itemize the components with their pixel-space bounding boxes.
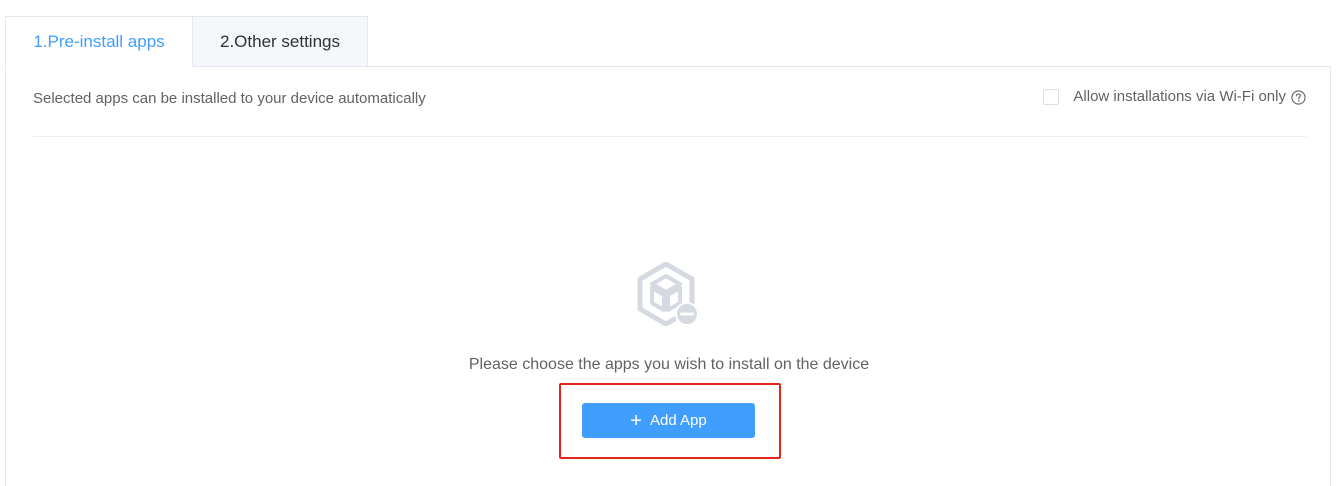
add-app-button-label: Add App <box>649 412 707 429</box>
tab-pre-install-apps-label: 1.Pre-install apps <box>33 31 165 51</box>
empty-state-message: Please choose the apps you wish to insta… <box>468 356 870 373</box>
plus-icon: + <box>630 409 642 432</box>
panel-description: Selected apps can be installed to your d… <box>33 90 426 107</box>
wifi-only-checkbox[interactable] <box>1043 89 1060 105</box>
wifi-only-option: Allow installations via Wi-Fi only <box>1043 87 1306 107</box>
header-divider <box>33 136 1306 137</box>
question-circle-icon[interactable] <box>1291 89 1306 105</box>
package-remove-icon <box>637 262 699 327</box>
wifi-only-label[interactable]: Allow installations via Wi-Fi only <box>1073 87 1286 107</box>
pre-install-panel: Selected apps can be installed to your d… <box>5 66 1331 486</box>
add-app-button[interactable]: + Add App <box>582 403 755 438</box>
tab-bar: 1.Pre-install apps 2.Other settings <box>5 16 368 67</box>
tab-pre-install-apps[interactable]: 1.Pre-install apps <box>5 16 193 67</box>
tab-other-settings[interactable]: 2.Other settings <box>193 16 368 67</box>
app-root: 1.Pre-install apps 2.Other settings Sele… <box>0 0 1337 486</box>
tab-other-settings-label: 2.Other settings <box>219 31 340 51</box>
